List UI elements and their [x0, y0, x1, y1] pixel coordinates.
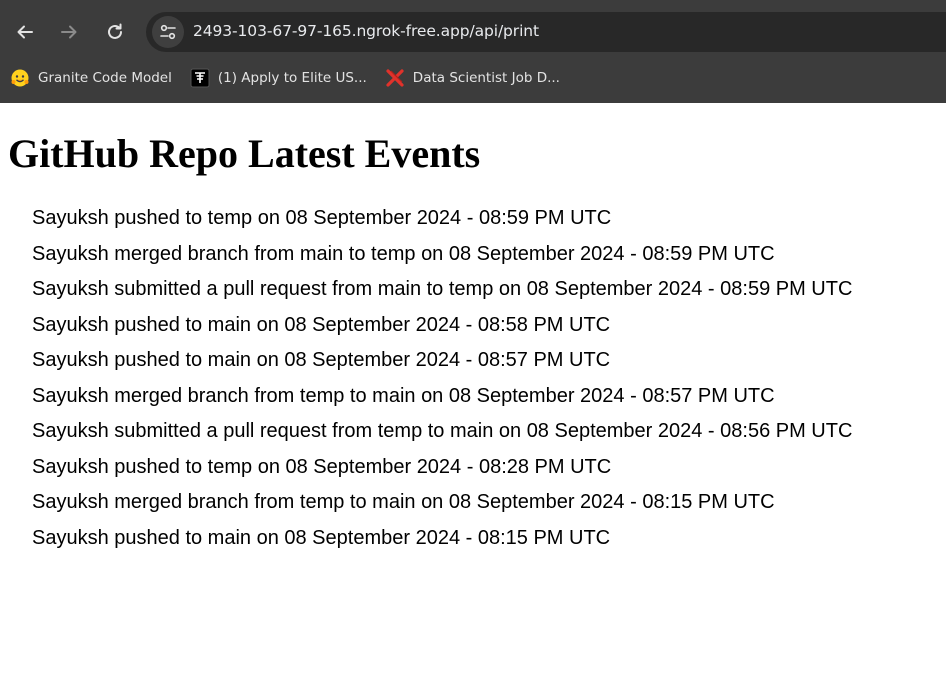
- hugging-face-icon: [10, 68, 30, 88]
- bookmark-label: (1) Apply to Elite US...: [217, 70, 367, 86]
- tune-icon: [160, 24, 176, 40]
- event-list: Sayuksh pushed to temp on 08 September 2…: [32, 201, 852, 556]
- reload-icon: [108, 23, 122, 39]
- bookmark-data-scientist[interactable]: Data Scientist Job D...: [375, 64, 568, 92]
- browser-chrome: 2493-103-67-97-165.ngrok-free.app/api/pr…: [0, 0, 946, 103]
- event-item: Sayuksh pushed to main on 08 September 2…: [32, 526, 611, 549]
- url-text[interactable]: 2493-103-67-97-165.ngrok-free.app/api/pr…: [193, 22, 539, 40]
- bookmark-apply-elite[interactable]: (1) Apply to Elite US...: [180, 64, 375, 92]
- bookmark-granite-code-model[interactable]: Granite Code Model: [0, 64, 180, 92]
- event-item: Sayuksh merged branch from main to temp …: [32, 242, 775, 265]
- event-item: Sayuksh pushed to main on 08 September 2…: [32, 313, 611, 336]
- event-item: Sayuksh submitted a pull request from ma…: [32, 278, 853, 300]
- event-item: Sayuksh pushed to main on 08 September 2…: [32, 349, 611, 371]
- browser-toolbar: 2493-103-67-97-165.ngrok-free.app/api/pr…: [0, 6, 946, 58]
- event-item: Sayuksh pushed to temp on 08 September 2…: [32, 455, 612, 478]
- page-title: GitHub Repo Latest Events: [8, 131, 481, 176]
- arrow-left-icon: [17, 25, 33, 39]
- event-item: Sayuksh pushed to temp on 08 September 2…: [32, 207, 612, 229]
- x-logo-icon: [385, 68, 405, 88]
- page-content: GitHub Repo Latest Events Sayuksh pushed…: [0, 103, 946, 690]
- forward-button[interactable]: [53, 16, 85, 48]
- job-board-icon: [190, 68, 210, 88]
- address-bar[interactable]: 2493-103-67-97-165.ngrok-free.app/api/pr…: [146, 12, 946, 52]
- back-button[interactable]: [9, 16, 41, 48]
- event-item: Sayuksh merged branch from temp to main …: [32, 384, 775, 407]
- site-info-button[interactable]: [152, 16, 184, 48]
- arrow-right-icon: [61, 25, 77, 39]
- bookmark-label: Granite Code Model: [38, 70, 172, 86]
- event-item: Sayuksh merged branch from temp to main …: [32, 491, 775, 513]
- reload-button[interactable]: [99, 16, 131, 48]
- event-item: Sayuksh submitted a pull request from te…: [32, 420, 853, 442]
- bookmarks-bar: Granite Code Model (1) Apply to Elite US…: [0, 60, 946, 96]
- bookmark-label: Data Scientist Job D...: [412, 70, 560, 86]
